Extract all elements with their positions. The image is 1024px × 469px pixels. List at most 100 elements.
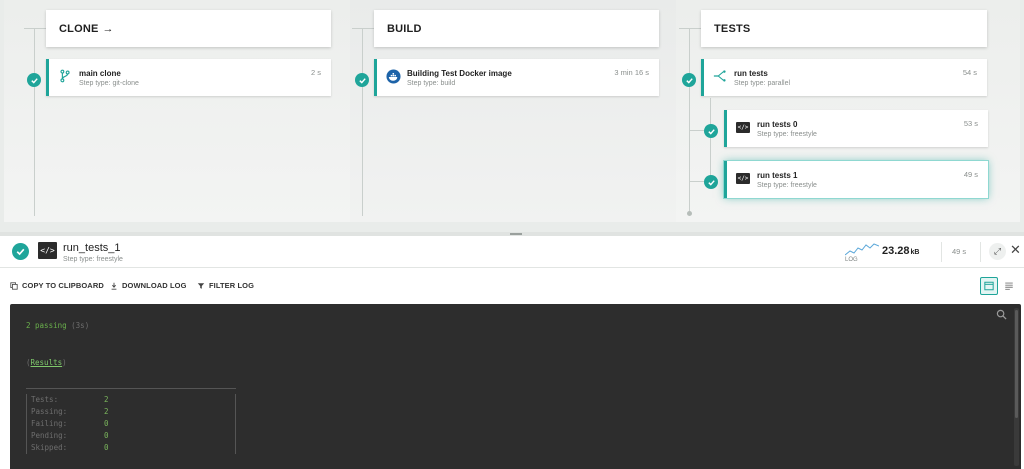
step-duration: 54 s [962, 68, 977, 77]
log-sparkline-icon [845, 243, 879, 256]
stage-title: BUILD [387, 22, 422, 35]
copy-to-clipboard-label: COPY TO CLIPBOARD [22, 281, 104, 290]
success-check-icon [682, 73, 696, 87]
row-value: 2 [104, 407, 109, 416]
connector-line [352, 28, 374, 29]
step-card-build-image[interactable]: Building Test Docker image Step type: bu… [374, 59, 659, 96]
step-details-header: </> run_tests_1 Step type: freestyle LOG… [0, 236, 1024, 268]
table-row: Pending: 0 [26, 430, 236, 442]
step-card-run-tests-1[interactable]: </> run tests 1 Step type: freestyle 49 … [724, 161, 988, 198]
log-size-unit: kB [910, 249, 920, 256]
step-name: run tests [734, 69, 768, 78]
filter-icon [197, 282, 205, 290]
download-icon [110, 282, 118, 290]
step-card-run-tests[interactable]: run tests Step type: parallel 54 s [701, 59, 987, 96]
connector-line [689, 28, 690, 212]
log-console[interactable]: 2 passing (3s) (Results) Tests: 2 Passing… [10, 304, 1021, 469]
row-value: 2 [104, 395, 109, 404]
step-name: run tests 0 [757, 120, 798, 129]
stage-header-clone[interactable]: CLONE → [46, 10, 331, 47]
connector-line [362, 28, 363, 216]
connector-line [679, 28, 701, 29]
step-name: main clone [79, 69, 121, 78]
success-check-icon [704, 124, 718, 138]
step-details-duration: 49 s [952, 247, 967, 256]
log-toolbar: COPY TO CLIPBOARD DOWNLOAD LOG FILTER LO… [0, 268, 1024, 304]
terminal-icon: </> [38, 242, 57, 259]
step-details-title: run_tests_1 [63, 242, 121, 254]
search-icon[interactable] [996, 309, 1007, 320]
terminal-icon: </> [736, 172, 750, 184]
step-card-run-tests-0[interactable]: </> run tests 0 Step type: freestyle 53 … [724, 110, 988, 147]
pipeline-end-dot [687, 211, 692, 216]
grip-icon [510, 233, 522, 235]
log-line: (Results) [26, 358, 67, 367]
success-check-icon [27, 73, 41, 87]
close-icon[interactable]: ✕ [1010, 243, 1021, 257]
passing-time: (3s) [71, 321, 90, 330]
step-type: Step type: git-clone [79, 80, 139, 87]
table-row: Passing: 2 [26, 406, 236, 418]
terminal-icon: </> [736, 121, 750, 133]
log-line: 2 passing (3s) [26, 321, 89, 330]
stage-header-tests[interactable]: TESTS [701, 10, 987, 47]
download-log-label: DOWNLOAD LOG [122, 281, 187, 290]
step-type: Step type: freestyle [757, 131, 817, 138]
table-row: Skipped: 0 [26, 442, 236, 454]
step-details-type: Step type: freestyle [63, 256, 123, 263]
step-type: Step type: parallel [734, 80, 791, 87]
stage-title: TESTS [714, 22, 751, 35]
step-duration: 3 min 16 s [614, 68, 649, 77]
results-link[interactable]: Results [31, 358, 63, 367]
git-branch-icon [57, 68, 73, 84]
success-check-icon [704, 175, 718, 189]
success-check-icon [355, 73, 369, 87]
log-scrollbar-thumb[interactable] [1015, 310, 1018, 418]
text-lines-icon [1005, 282, 1013, 290]
passing-text: 2 passing [26, 321, 67, 330]
divider [980, 242, 981, 262]
parallel-icon [712, 68, 728, 84]
row-value: 0 [104, 443, 109, 452]
log-label: LOG [845, 257, 858, 263]
filter-log-label: FILTER LOG [209, 281, 255, 290]
table-row: Tests: 2 [26, 394, 236, 406]
copy-to-clipboard-button[interactable]: COPY TO CLIPBOARD [10, 281, 104, 290]
row-label: Failing: [31, 419, 68, 428]
filter-log-button[interactable]: FILTER LOG [197, 281, 254, 290]
row-label: Tests: [31, 395, 59, 404]
connector-line [24, 28, 46, 29]
step-card-main-clone[interactable]: main clone Step type: git-clone 2 s [46, 59, 331, 96]
step-type: Step type: build [407, 80, 456, 87]
row-label: Passing: [31, 407, 68, 416]
success-check-icon [12, 243, 29, 260]
terminal-view-icon [984, 281, 994, 291]
copy-icon [10, 281, 18, 290]
download-log-button[interactable]: DOWNLOAD LOG [110, 281, 187, 290]
log-size-value: 23.28 [882, 245, 910, 257]
text-view-button[interactable] [1000, 277, 1018, 295]
step-name: run tests 1 [757, 171, 798, 180]
arrow-right-icon: → [102, 22, 114, 35]
step-duration: 49 s [963, 170, 978, 179]
row-value: 0 [104, 431, 109, 440]
table-border [26, 388, 236, 389]
row-label: Pending: [31, 431, 68, 440]
row-value: 0 [104, 419, 109, 428]
table-row: Failing: 0 [26, 418, 236, 430]
log-size: 23.28kB [882, 245, 919, 257]
divider [941, 242, 942, 262]
pipeline-view: CLONE → BUILD TESTS main clone Step type… [0, 0, 1024, 232]
row-label: Skipped: [31, 443, 68, 452]
connector-line [34, 28, 35, 216]
step-duration: 53 s [963, 119, 978, 128]
step-type: Step type: freestyle [757, 182, 817, 189]
terminal-view-button[interactable] [980, 277, 998, 295]
stage-header-build[interactable]: BUILD [374, 10, 659, 47]
docker-icon [385, 68, 401, 84]
expand-icon[interactable]: ⤢ [989, 243, 1006, 260]
step-duration: 2 s [310, 68, 321, 77]
connector-line [710, 98, 711, 182]
paren: ) [62, 358, 67, 367]
stage-title: CLONE [59, 22, 99, 35]
